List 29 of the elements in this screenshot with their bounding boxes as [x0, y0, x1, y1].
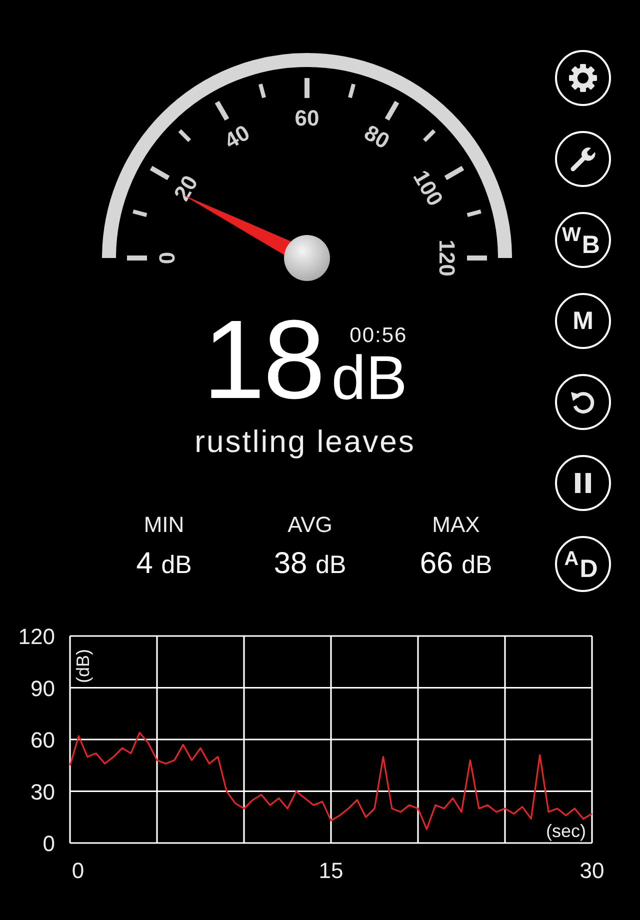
- y-tick-label: 30: [30, 779, 55, 804]
- stat-label: AVG: [288, 512, 332, 538]
- mode-button[interactable]: M: [555, 293, 611, 349]
- scale-label: 0: [154, 252, 180, 264]
- scale-label: 120: [434, 240, 460, 276]
- y-tick-label: 120: [18, 626, 55, 649]
- y-tick-label: 60: [30, 728, 55, 752]
- x-tick-label: 0: [72, 858, 84, 883]
- y-tick-label: 90: [30, 676, 55, 701]
- x-axis-label: (sec): [546, 821, 586, 841]
- scale-label: 60: [294, 106, 320, 130]
- x-tick-label: 30: [580, 858, 604, 883]
- scale-label: 20: [168, 171, 203, 205]
- stat-label: MAX: [432, 512, 480, 538]
- timer: 00:56: [350, 324, 408, 348]
- stat-label: MIN: [144, 512, 184, 538]
- scale-label: 40: [220, 120, 254, 154]
- y-tick-label: 0: [42, 831, 55, 856]
- stat-value: 4 dB: [136, 547, 192, 581]
- y-axis-label: (dB): [73, 648, 93, 683]
- stat-value: 66 dB: [420, 547, 492, 581]
- scale-label: 100: [408, 166, 448, 210]
- sound-description: rustling leaves: [194, 424, 416, 460]
- decibel-reading: 18: [202, 310, 324, 410]
- settings-icon: [568, 63, 598, 93]
- x-tick-label: 15: [318, 858, 344, 883]
- stat-value: 38 dB: [274, 547, 346, 581]
- unit-label: dB: [331, 350, 408, 408]
- scale-label: 80: [360, 120, 394, 154]
